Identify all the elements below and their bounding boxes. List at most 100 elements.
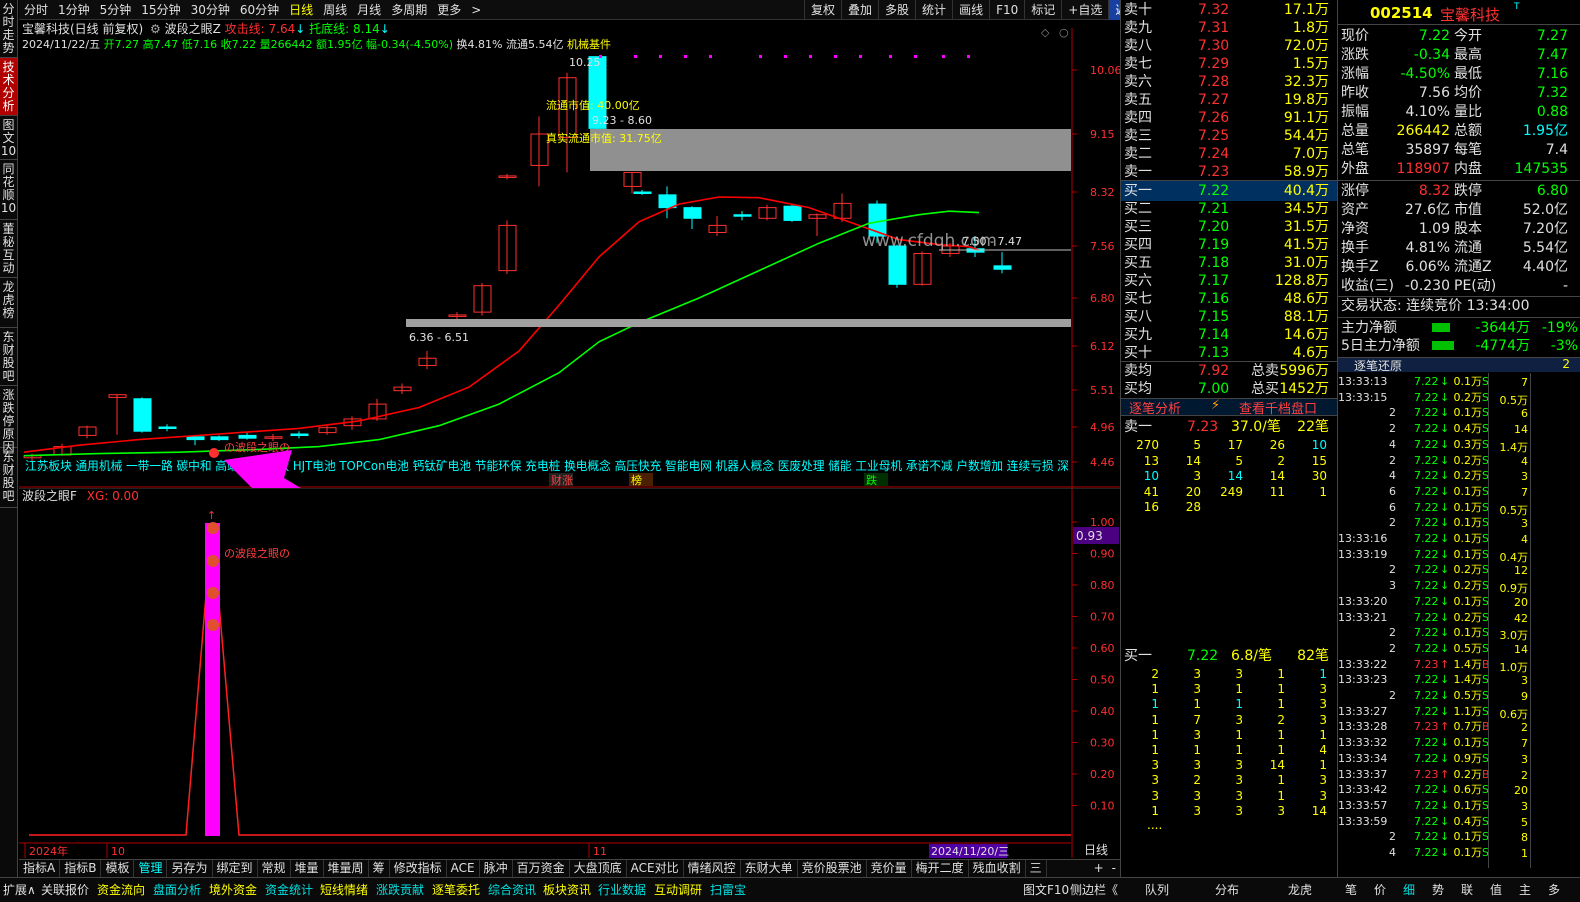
- rail-tab[interactable]: 东财股吧: [0, 448, 17, 508]
- chevron-right-icon[interactable]: >: [466, 3, 486, 17]
- event-tag[interactable]: 榜: [631, 473, 642, 487]
- toolbar-button[interactable]: 画线: [952, 0, 989, 20]
- order-book-row[interactable]: 卖九 7.31 1.8万: [1121, 18, 1337, 38]
- order-book-row[interactable]: 卖六 7.28 32.3万: [1121, 72, 1337, 92]
- indicator-tab[interactable]: 堆量周: [324, 860, 369, 877]
- indicator-tab[interactable]: 绑定到: [213, 860, 258, 877]
- function-link[interactable]: 扩展∧: [3, 881, 36, 898]
- indicator-tab[interactable]: 常规: [258, 860, 291, 877]
- stock-name[interactable]: 宝馨科技: [1440, 4, 1500, 25]
- order-book-row[interactable]: 买九 7.14 14.6万: [1121, 325, 1337, 345]
- kline-chart[interactable]: ◇ ○ 10.06 9.15 8.32 7.56 6.80 6.12 5.51 4.96 4.46 1…: [19, 28, 1120, 488]
- indicator-tab[interactable]: 堆量: [291, 860, 324, 877]
- rail-tab[interactable]: 龙虎榜: [0, 278, 17, 328]
- queue-tab[interactable]: 分布: [1215, 881, 1239, 898]
- toolbar-button[interactable]: 多股: [878, 0, 915, 20]
- function-link[interactable]: 关联报价: [41, 881, 89, 898]
- indicator-tab[interactable]: 脉冲: [480, 860, 513, 877]
- rail-tab[interactable]: 涨跌停原因: [0, 386, 17, 454]
- function-link[interactable]: 涨跌贡献: [376, 881, 424, 898]
- indicator-tab[interactable]: 修改指标: [390, 860, 447, 877]
- indicator-tab[interactable]: 百万资金: [513, 860, 570, 877]
- function-link[interactable]: 短线情绪: [320, 881, 368, 898]
- period-tab[interactable]: 多周期: [386, 1, 432, 18]
- concept-tags[interactable]: 江苏板块 通用机械 一带一路 碳中和 高端装备 光伏 HJT电池 TOPCon电…: [25, 458, 1069, 473]
- order-book-row[interactable]: 卖七 7.29 1.5万: [1121, 54, 1337, 74]
- sub-indicator-chart[interactable]: 1.000.900.800.700.600.500.400.300.200.10…: [19, 488, 1120, 858]
- function-link[interactable]: 板块资讯: [543, 881, 591, 898]
- indicator-tab[interactable]: 梅开二度: [912, 860, 969, 877]
- toolbar-button[interactable]: +自选: [1061, 0, 1108, 20]
- tick-analysis-tab[interactable]: 逐笔分析: [1129, 398, 1181, 417]
- period-tab[interactable]: 15分钟: [136, 1, 185, 18]
- toolbar-button[interactable]: 复权: [804, 0, 841, 20]
- rail-tab[interactable]: 图文10: [0, 116, 17, 160]
- indicator-tab[interactable]: 竞价量: [867, 860, 912, 877]
- order-book-row[interactable]: 卖二 7.24 7.0万: [1121, 144, 1337, 164]
- detail-tab[interactable]: 多: [1548, 881, 1560, 898]
- order-book-row[interactable]: 买八 7.15 88.1万: [1121, 307, 1337, 327]
- period-tab[interactable]: 30分钟: [186, 1, 235, 18]
- rail-tab[interactable]: 董秘互动: [0, 220, 17, 278]
- order-book-row[interactable]: 卖四 7.26 91.1万: [1121, 108, 1337, 128]
- indicator-tab[interactable]: 大盘顶底: [570, 860, 627, 877]
- indicator-tab[interactable]: ACE: [447, 860, 480, 877]
- indicator-tab[interactable]: 另存为: [167, 860, 213, 877]
- function-link[interactable]: 资金统计: [265, 881, 313, 898]
- order-book-row[interactable]: 买五 7.18 31.0万: [1121, 253, 1337, 273]
- queue-tab[interactable]: 队列: [1145, 881, 1169, 898]
- rail-tab[interactable]: 东财股吧: [0, 328, 17, 386]
- indicator-tab[interactable]: 残血收割: [969, 860, 1026, 877]
- function-link[interactable]: 逐笔委托: [432, 881, 480, 898]
- function-link[interactable]: 资金流向: [97, 881, 145, 898]
- indicator-tab[interactable]: 三: [1026, 860, 1047, 877]
- detail-tab[interactable]: 值: [1490, 881, 1502, 898]
- function-link[interactable]: 扫雷宝: [710, 881, 746, 898]
- period-tab[interactable]: 月线: [352, 1, 386, 18]
- detail-tab[interactable]: 笔: [1345, 881, 1357, 898]
- function-link[interactable]: 盘面分析: [153, 881, 201, 898]
- function-link[interactable]: 图文F10: [1023, 881, 1069, 898]
- function-link[interactable]: 行业数据: [598, 881, 646, 898]
- rail-tab[interactable]: 技术分析: [0, 58, 17, 116]
- sub-indicator-name[interactable]: 波段之眼F: [22, 489, 77, 503]
- detail-tab[interactable]: 势: [1432, 881, 1444, 898]
- period-tab[interactable]: 更多: [432, 1, 466, 18]
- indicator-tab[interactable]: 管理: [134, 860, 168, 877]
- event-tag[interactable]: 财涨: [551, 473, 573, 487]
- indicator-tab[interactable]: 指标A: [19, 860, 61, 877]
- indicator-tab[interactable]: 情绪风控: [684, 860, 741, 877]
- detail-tab[interactable]: 价: [1374, 881, 1386, 898]
- order-book-row[interactable]: 卖五 7.27 19.8万: [1121, 90, 1337, 110]
- detail-tab[interactable]: 主: [1519, 881, 1531, 898]
- period-tab[interactable]: 周线: [318, 1, 352, 18]
- period-tab[interactable]: 1分钟: [53, 1, 95, 18]
- function-link[interactable]: 综合资讯: [488, 881, 536, 898]
- toolbar-button[interactable]: 统计: [915, 0, 952, 20]
- order-book-row[interactable]: 卖一 7.23 58.9万: [1121, 162, 1337, 182]
- order-book-row[interactable]: 买四 7.19 41.5万: [1121, 235, 1337, 255]
- indicator-tab[interactable]: 指标B: [60, 860, 102, 877]
- order-book-row[interactable]: 买七 7.16 48.6万: [1121, 289, 1337, 309]
- detail-tab[interactable]: 联: [1461, 881, 1473, 898]
- indicator-tab[interactable]: 模板: [101, 860, 135, 877]
- toolbar-button[interactable]: 叠加: [841, 0, 878, 20]
- period-tab[interactable]: 60分钟: [235, 1, 284, 18]
- indicator-tab[interactable]: 东财大单: [741, 860, 798, 877]
- ticks-title[interactable]: 逐笔还原: [1354, 357, 1402, 374]
- period-tab[interactable]: 日线: [284, 1, 318, 18]
- indicator-tab[interactable]: 竞价股票池: [798, 860, 867, 877]
- order-book-row[interactable]: 卖十 7.32 17.1万: [1121, 0, 1337, 20]
- order-book-row[interactable]: 卖八 7.30 72.0万: [1121, 36, 1337, 56]
- period-tab[interactable]: 5分钟: [95, 1, 137, 18]
- order-book-row[interactable]: 买三 7.20 31.5万: [1121, 217, 1337, 237]
- view-depth-button[interactable]: 查看千档盘口: [1239, 398, 1317, 417]
- minus-icon[interactable]: -: [1108, 860, 1120, 877]
- detail-tab[interactable]: 细: [1403, 881, 1415, 898]
- order-book-row[interactable]: 买一 7.22 40.4万: [1121, 181, 1337, 201]
- order-book-row[interactable]: 买二 7.21 34.5万: [1121, 199, 1337, 219]
- rail-tab[interactable]: 分时走势: [0, 0, 17, 58]
- toolbar-button[interactable]: 标记: [1024, 0, 1061, 20]
- function-link[interactable]: 侧边栏《: [1070, 881, 1118, 898]
- indicator-tab[interactable]: 筹: [369, 860, 390, 877]
